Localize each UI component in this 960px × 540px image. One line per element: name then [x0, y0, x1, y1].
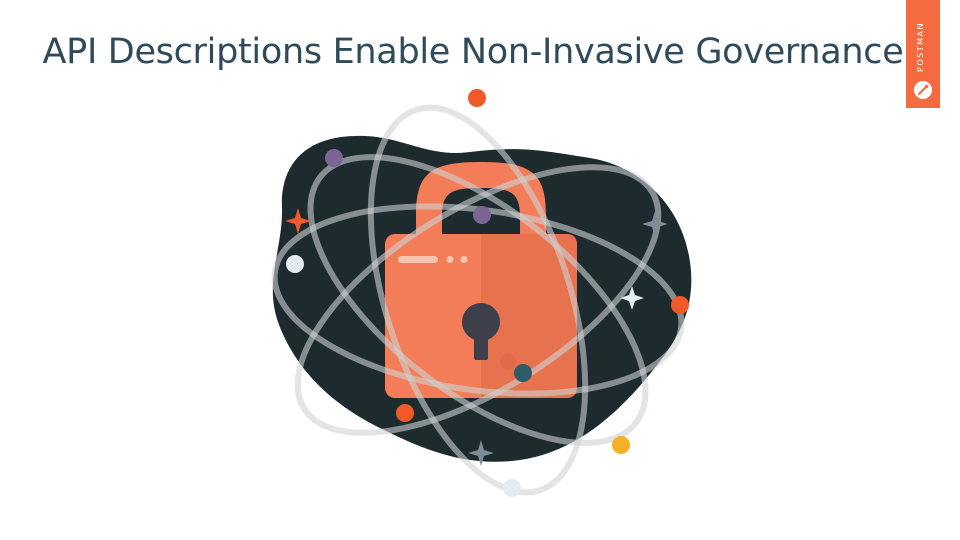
orbit-planet [503, 479, 521, 497]
postman-logo-icon [914, 81, 932, 99]
postman-brand-tab: POSTMAN [906, 0, 940, 108]
orbit-planet [671, 296, 689, 314]
orbit-planet [396, 404, 414, 422]
orbit-planet [500, 354, 516, 370]
orbit-planet [286, 255, 304, 273]
orbit-planet [612, 436, 630, 454]
orbit-planet [468, 89, 486, 107]
orbit-planet [473, 206, 491, 224]
slide-title: API Descriptions Enable Non-Invasive Gov… [42, 32, 904, 72]
security-illustration [271, 89, 692, 497]
orbit-planet [514, 364, 532, 382]
orbit-planet [325, 149, 343, 167]
brand-name: POSTMAN [916, 22, 925, 72]
